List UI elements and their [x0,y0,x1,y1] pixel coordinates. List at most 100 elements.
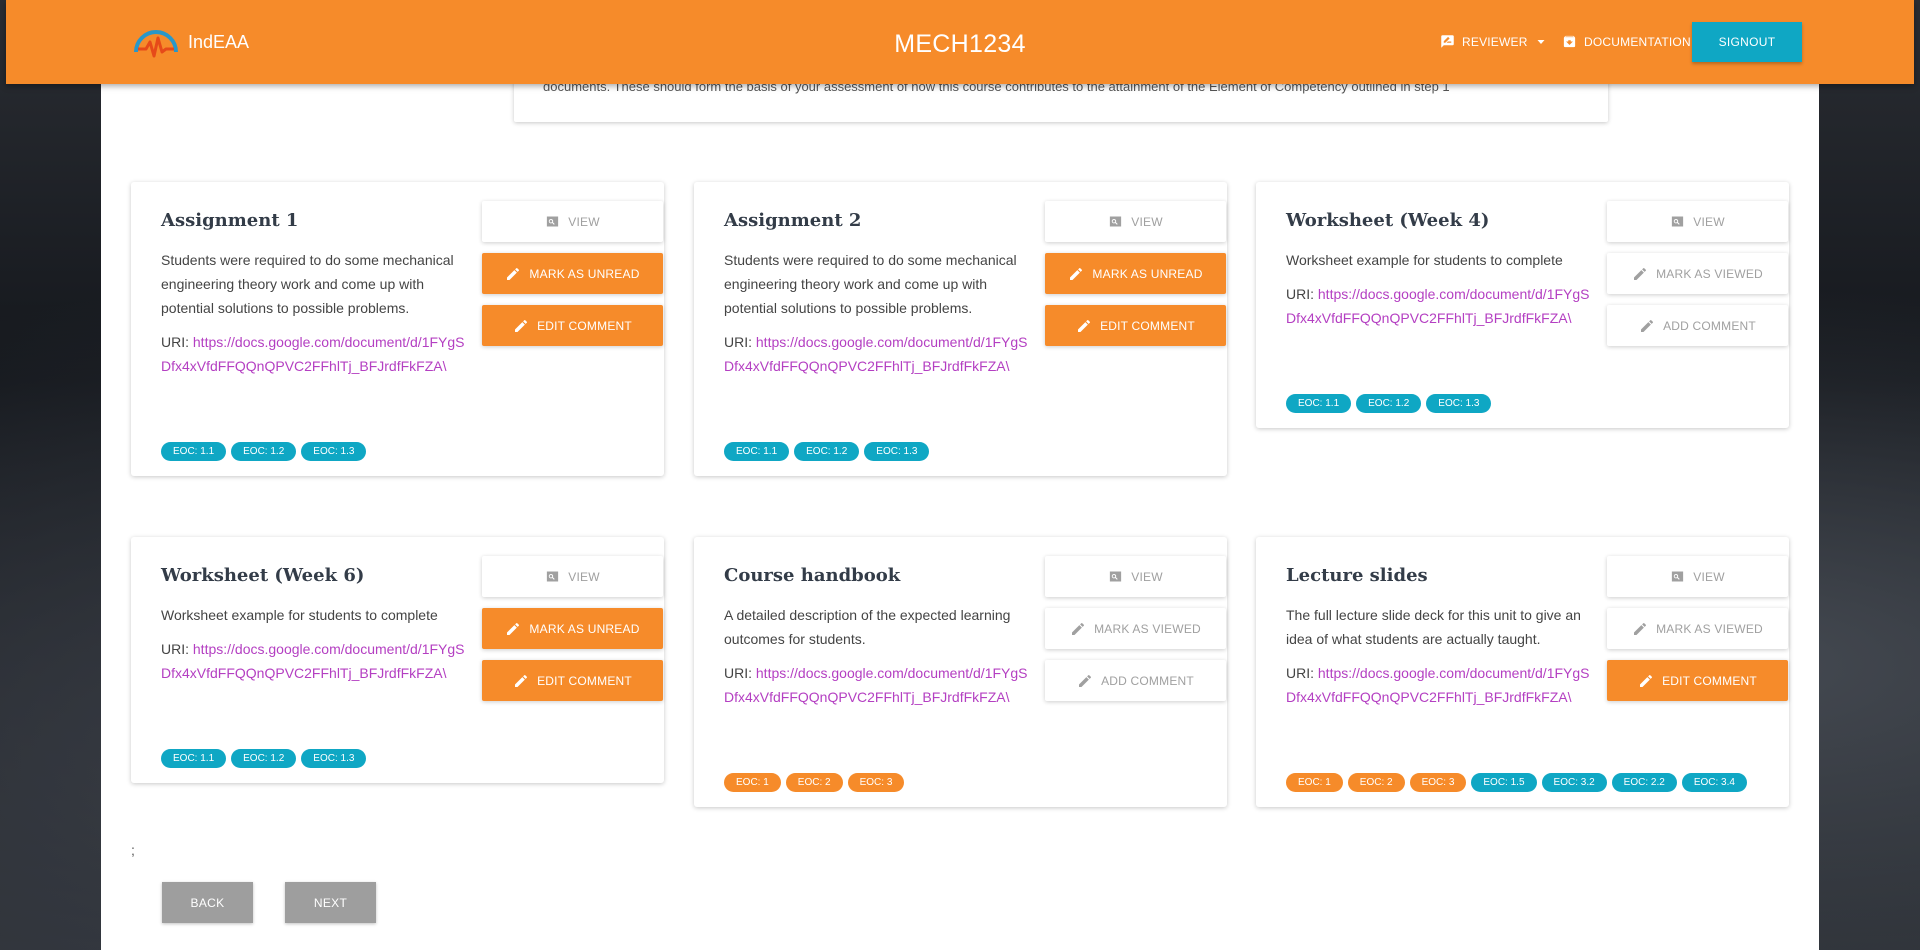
add-comment-button[interactable]: ADD COMMENT [1607,305,1788,346]
edit-comment-button[interactable]: EDIT COMMENT [482,660,663,701]
uri-label: URI: [724,334,752,350]
mark-as-viewed-button[interactable]: MARK AS VIEWED [1607,253,1788,294]
reviewer-menu[interactable]: REVIEWER [1440,34,1547,49]
view-button[interactable]: VIEW [1045,556,1226,597]
resource-card-assignment-1: Assignment 1 Students were required to d… [131,182,664,476]
archive-icon [1563,35,1576,48]
pencil-icon [1078,319,1091,332]
feedback-icon [1441,35,1454,48]
eoc-tag: EOC: 1.2 [794,442,860,461]
edit-comment-button[interactable]: EDIT COMMENT [1045,305,1226,346]
reviewer-label: REVIEWER [1462,34,1528,49]
resource-card-assignment-2: Assignment 2 Students were required to d… [694,182,1227,476]
uri-link[interactable]: https://docs.google.com/document/d/1FYgS… [161,334,465,374]
card-uri: URI: https://docs.google.com/document/d/… [724,330,1034,378]
comment-button-label: EDIT COMMENT [1100,318,1195,333]
eoc-tag: EOC: 2.2 [1611,773,1677,792]
card-uri: URI: https://docs.google.com/document/d/… [161,330,471,378]
card-uri: URI: https://docs.google.com/document/d/… [724,661,1034,709]
card-description: Worksheet example for students to comple… [1286,252,1563,268]
back-button[interactable]: BACK [162,882,253,923]
card-title: Assignment 2 [724,210,862,231]
eoc-tags: EOC: 1.1 EOC: 1.2 EOC: 1.3 [1286,394,1492,413]
mark-as-viewed-button[interactable]: MARK AS VIEWED [1607,608,1788,649]
eoc-tags: EOC: 1.1 EOC: 1.2 EOC: 1.3 [161,749,367,768]
view-button[interactable]: VIEW [1607,556,1788,597]
comment-button-label: ADD COMMENT [1663,318,1756,333]
add-comment-button[interactable]: ADD COMMENT [1045,660,1226,701]
eoc-tag: EOC: 1.3 [301,442,367,461]
pencil-icon [515,674,528,687]
card-description: Students were required to do some mechan… [724,252,1017,316]
view-button-label: VIEW [1131,214,1163,229]
pencil-icon [515,319,528,332]
uri-link[interactable]: https://docs.google.com/document/d/1FYgS… [161,641,465,681]
comment-button-label: ADD COMMENT [1101,673,1194,688]
uri-label: URI: [724,665,752,681]
uri-link[interactable]: https://docs.google.com/document/d/1FYgS… [1286,286,1590,326]
search-icon [547,571,559,582]
card-title: Worksheet (Week 6) [161,565,365,586]
comment-button-label: EDIT COMMENT [537,673,632,688]
comment-button-label: EDIT COMMENT [537,318,632,333]
mark-button-label: MARK AS VIEWED [1094,621,1201,636]
mark-as-unread-button[interactable]: MARK AS UNREAD [482,253,663,294]
brand-name[interactable]: IndEAA [188,32,249,53]
uri-link[interactable]: https://docs.google.com/document/d/1FYgS… [1286,665,1590,705]
card-uri: URI: https://docs.google.com/document/d/… [1286,661,1596,709]
eoc-tag: EOC: 1.3 [864,442,930,461]
pencil-icon [507,622,520,635]
eoc-tag: EOC: 2 [785,773,843,792]
card-uri: URI: https://docs.google.com/document/d/… [161,637,471,685]
view-button[interactable]: VIEW [1607,201,1788,242]
mark-as-unread-button[interactable]: MARK AS UNREAD [1045,253,1226,294]
documentation-link[interactable]: DOCUMENTATION [1562,34,1691,49]
pencil-icon [1634,622,1647,635]
edit-comment-button[interactable]: EDIT COMMENT [482,305,663,346]
resource-card-worksheet-week-4: Worksheet (Week 4) Worksheet example for… [1256,182,1789,428]
eoc-tag: EOC: 1 [1286,773,1343,792]
view-button[interactable]: VIEW [482,201,663,242]
caret-down-icon [1537,39,1545,44]
main-content: documents. These should form the basis o… [101,0,1819,950]
view-button[interactable]: VIEW [1045,201,1226,242]
uri-link[interactable]: https://docs.google.com/document/d/1FYgS… [724,665,1028,705]
eoc-tag: EOC: 3.4 [1681,773,1747,792]
eoc-tags: EOC: 1.1 EOC: 1.2 EOC: 1.3 [161,442,367,461]
next-button[interactable]: NEXT [285,882,376,923]
eoc-tag: EOC: 1.3 [301,749,367,768]
eoc-tags: EOC: 1 EOC: 2 EOC: 3 EOC: 1.5 EOC: 3.2 E… [1286,773,1747,792]
card-title: Worksheet (Week 4) [1286,210,1490,231]
search-icon [1672,571,1684,582]
signout-button[interactable]: SIGNOUT [1692,22,1802,62]
resource-card-course-handbook: Course handbook A detailed description o… [694,537,1227,807]
eoc-tag: EOC: 1.3 [1426,394,1492,413]
view-button-label: VIEW [1693,214,1725,229]
comment-button-label: EDIT COMMENT [1662,673,1757,688]
search-icon [547,216,559,227]
eoc-tag: EOC: 1.2 [1356,394,1422,413]
pencil-icon [1079,674,1092,687]
uri-link[interactable]: https://docs.google.com/document/d/1FYgS… [724,334,1028,374]
pencil-icon [1634,267,1647,280]
edit-comment-button[interactable]: EDIT COMMENT [1607,660,1788,701]
pencil-icon [1640,674,1653,687]
eoc-tag: EOC: 1.1 [161,442,227,461]
app-header: IndEAA MECH1234 REVIEWER DOCUMENTATION S… [6,0,1914,84]
view-button-label: VIEW [568,214,600,229]
eoc-tag: EOC: 1 [724,773,781,792]
pencil-icon [1070,267,1083,280]
view-button[interactable]: VIEW [482,556,663,597]
view-button-label: VIEW [1131,569,1163,584]
eoc-tags: EOC: 1.1 EOC: 1.2 EOC: 1.3 [724,442,930,461]
mark-as-viewed-button[interactable]: MARK AS VIEWED [1045,608,1226,649]
mark-as-unread-button[interactable]: MARK AS UNREAD [482,608,663,649]
eoc-tag: EOC: 1.1 [161,749,227,768]
card-description: The full lecture slide deck for this uni… [1286,607,1581,647]
search-icon [1672,216,1684,227]
eoc-tag: EOC: 2 [1347,773,1405,792]
uri-label: URI: [1286,665,1314,681]
mark-button-label: MARK AS UNREAD [529,266,640,281]
eoc-tag: EOC: 1.2 [231,442,297,461]
card-title: Assignment 1 [161,210,299,231]
